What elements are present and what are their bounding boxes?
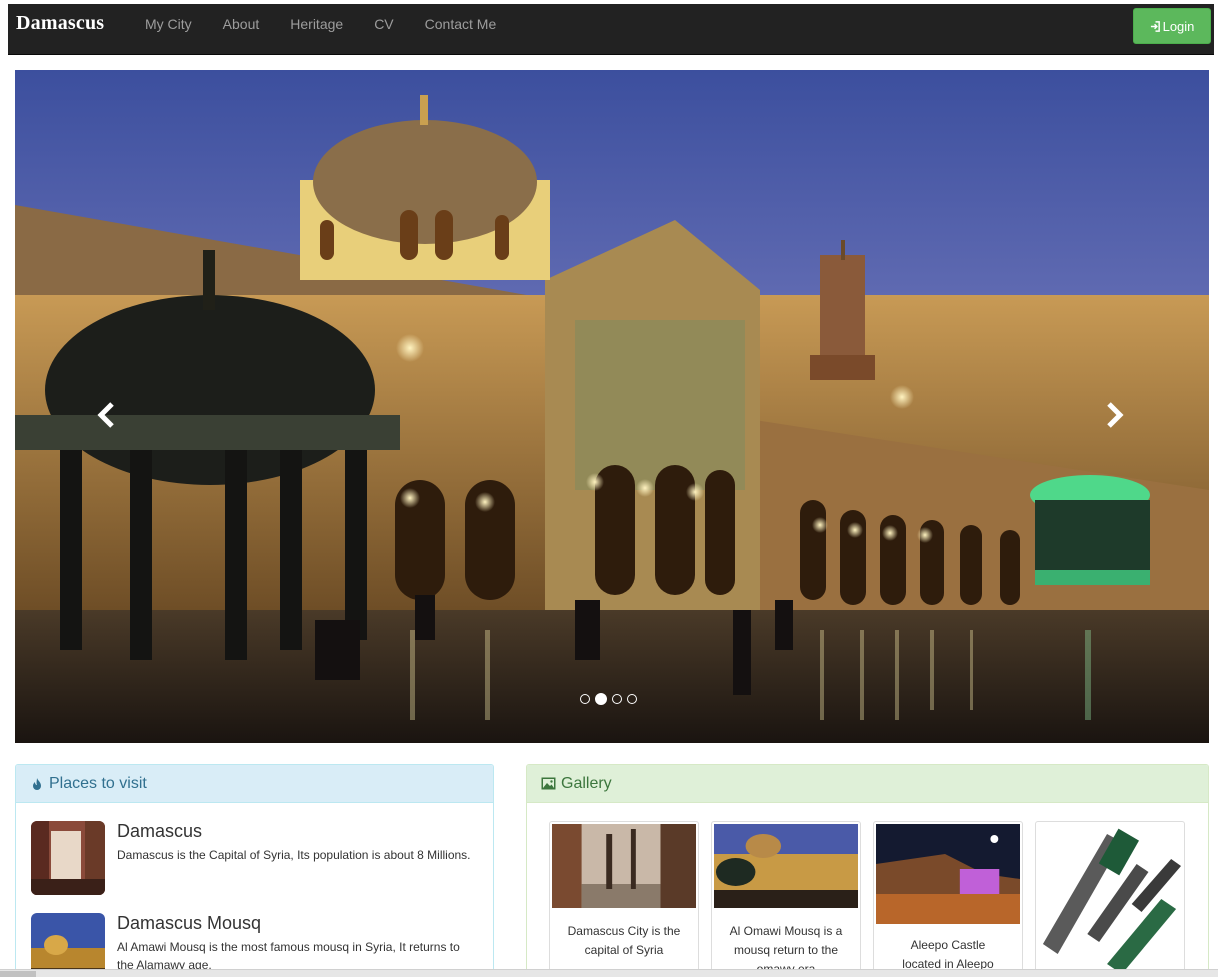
place-item-damascus[interactable]: Damascus Damascus is the Capital of Syri… [31, 821, 477, 895]
place-title: Damascus Mousq [117, 913, 262, 933]
carousel-next-button[interactable] [1090, 390, 1140, 440]
gallery-item-knives[interactable] [1035, 821, 1185, 977]
gallery-image [876, 824, 1020, 924]
gallery-image [714, 824, 858, 908]
places-panel: Places to visit Damascus Damascus is the… [15, 764, 494, 977]
fire-icon [33, 777, 41, 790]
carousel-slide-image [15, 70, 1209, 743]
gallery-image [1038, 824, 1182, 974]
chevron-right-icon [1107, 402, 1124, 428]
brand-link[interactable]: Damascus [16, 12, 104, 35]
gallery-item-aleepo-castle[interactable]: Aleepo Castle located in Aleepo [873, 821, 1023, 977]
nav-menu: My City About Heritage CV Contact Me [145, 16, 527, 32]
hero-carousel[interactable] [15, 70, 1209, 743]
nav-item-cv[interactable]: CV [374, 16, 393, 32]
carousel-indicator-3[interactable] [612, 694, 622, 704]
gallery-item-omawi-mousq[interactable]: Al Omawi Mousq is a mousq return to the … [711, 821, 861, 977]
login-label: Login [1162, 18, 1195, 34]
scrollbar-thumb[interactable] [0, 971, 36, 977]
places-panel-heading: Places to visit [16, 765, 493, 803]
gallery-caption: Damascus City is the capital of Syria [567, 924, 681, 957]
nav-item-contact-me[interactable]: Contact Me [425, 16, 497, 32]
place-item-damascus-mousq[interactable]: Damascus Mousq Al Amawi Mousq is the mos… [31, 913, 477, 977]
login-icon [1150, 20, 1160, 32]
gallery-heading-label: Gallery [561, 774, 612, 792]
nav-item-heritage[interactable]: Heritage [290, 16, 343, 32]
chevron-left-icon [97, 402, 114, 428]
place-description: Damascus is the Capital of Syria, Its po… [117, 848, 471, 862]
picture-icon [541, 777, 556, 790]
carousel-indicators [580, 693, 637, 705]
carousel-indicator-4[interactable] [627, 694, 637, 704]
gallery-item-damascus-city[interactable]: Damascus City is the capital of Syria [549, 821, 699, 977]
gallery-image [552, 824, 696, 908]
nav-item-about[interactable]: About [223, 16, 260, 32]
place-thumbnail [31, 821, 105, 895]
carousel-indicator-1[interactable] [580, 694, 590, 704]
gallery-panel-heading: Gallery [527, 765, 1208, 803]
nav-item-my-city[interactable]: My City [145, 16, 192, 32]
gallery-panel: Gallery Damascus City is the capital of … [526, 764, 1209, 977]
carousel-prev-button[interactable] [81, 390, 131, 440]
places-heading-label: Places to visit [49, 774, 147, 792]
login-button[interactable]: Login [1133, 8, 1211, 44]
carousel-indicator-2[interactable] [595, 693, 607, 705]
horizontal-scrollbar[interactable] [0, 969, 1218, 977]
navbar: Damascus My City About Heritage CV Conta… [8, 4, 1214, 55]
place-title: Damascus [117, 821, 203, 841]
place-thumbnail [31, 913, 105, 977]
